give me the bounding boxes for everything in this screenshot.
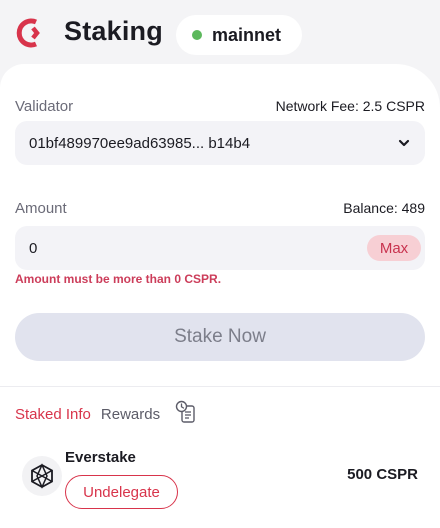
header: Staking mainnet xyxy=(0,0,440,72)
network-label: mainnet xyxy=(212,24,282,45)
casper-logo-icon xyxy=(16,18,40,48)
stake-now-button[interactable]: Stake Now xyxy=(15,313,425,361)
chevron-down-icon xyxy=(398,139,410,147)
divider xyxy=(0,386,440,387)
validator-avatar xyxy=(22,456,62,496)
everstake-logo-icon xyxy=(31,463,53,489)
staked-tabs: Staked Info Rewards xyxy=(15,400,200,425)
balance: Balance: 489 xyxy=(343,200,425,216)
validator-label-row: Validator Network Fee: 2.5 CSPR xyxy=(15,94,425,115)
staked-amount: 500 CSPR xyxy=(347,466,418,483)
validator-select[interactable]: 01bf489970ee9ad63985... b14b4 xyxy=(15,121,425,165)
undelegate-button[interactable]: Undelegate xyxy=(65,475,178,509)
page-title: Staking xyxy=(64,16,163,46)
amount-field: Max xyxy=(15,226,425,270)
tab-staked-info[interactable]: Staked Info xyxy=(15,406,91,423)
network-selector[interactable]: mainnet xyxy=(176,15,302,55)
validator-name: Everstake xyxy=(65,449,136,466)
validator-select-value: 01bf489970ee9ad63985... b14b4 xyxy=(29,134,251,152)
max-button[interactable]: Max xyxy=(367,235,421,261)
amount-label-row: Amount Balance: 489 xyxy=(15,200,425,217)
network-fee: Network Fee: 2.5 CSPR xyxy=(275,98,425,114)
network-status-dot xyxy=(192,30,202,40)
amount-error: Amount must be more than 0 CSPR. xyxy=(15,272,222,286)
history-document-icon[interactable] xyxy=(174,399,200,425)
tab-rewards[interactable]: Rewards xyxy=(101,406,160,423)
validator-label: Validator xyxy=(15,98,74,115)
amount-label: Amount xyxy=(15,200,67,217)
amount-input[interactable] xyxy=(29,239,367,257)
